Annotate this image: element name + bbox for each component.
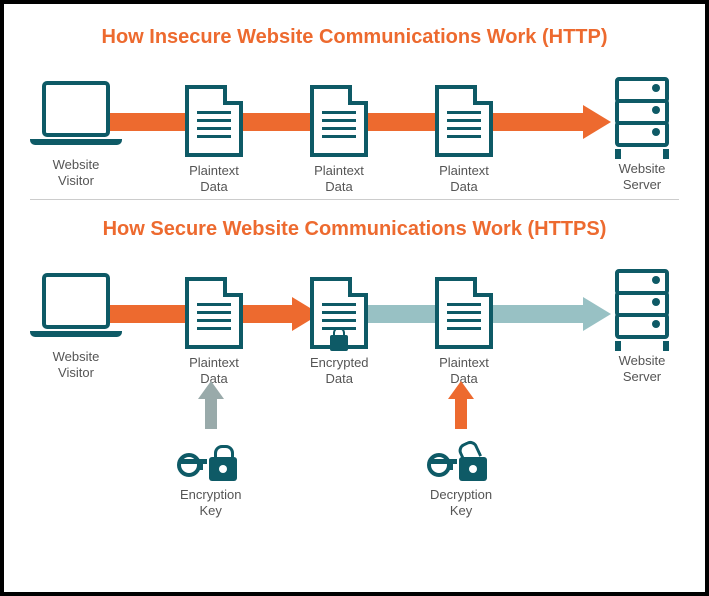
http-doc-1: Plaintext Data — [185, 85, 243, 196]
plaintext-label: Plaintext Data — [314, 163, 364, 196]
http-doc-2: Plaintext Data — [310, 85, 368, 196]
section-divider — [30, 199, 679, 200]
https-section: Website Visitor Plaintext Data Encrypted… — [30, 259, 679, 519]
server-icon — [605, 77, 679, 155]
document-icon — [435, 277, 493, 349]
http-visitor: Website Visitor — [30, 81, 122, 190]
document-icon — [185, 85, 243, 157]
laptop-icon — [30, 273, 122, 343]
https-title: How Secure Website Communications Work (… — [30, 218, 679, 241]
document-icon — [310, 85, 368, 157]
http-title: How Insecure Website Communications Work… — [30, 26, 679, 49]
document-icon — [185, 277, 243, 349]
encryption-key-label: Encryption Key — [180, 487, 241, 520]
encrypted-label: Encrypted Data — [310, 355, 369, 388]
https-doc-plain-2: Plaintext Data — [435, 277, 493, 388]
decryption-key-label: Decryption Key — [430, 487, 492, 520]
decrypt-arrow — [450, 381, 472, 429]
encryption-key: Encryption Key — [180, 431, 241, 520]
http-doc-3: Plaintext Data — [435, 85, 493, 196]
https-doc-encrypted: Encrypted Data — [310, 277, 369, 388]
server-label: Website Server — [619, 353, 666, 386]
http-section: Website Visitor Plaintext Data Plaintext… — [30, 67, 679, 187]
lock-open-icon — [431, 431, 491, 481]
server-icon — [605, 269, 679, 347]
lock-closed-icon — [181, 431, 241, 481]
plaintext-label: Plaintext Data — [439, 163, 489, 196]
plaintext-label: Plaintext Data — [189, 163, 239, 196]
https-doc-plain-1: Plaintext Data — [185, 277, 243, 388]
document-lock-icon — [310, 277, 368, 349]
http-server: Website Server — [605, 77, 679, 194]
diagram-frame: How Insecure Website Communications Work… — [0, 0, 709, 596]
server-label: Website Server — [619, 161, 666, 194]
https-server: Website Server — [605, 269, 679, 386]
https-visitor: Website Visitor — [30, 273, 122, 382]
visitor-label: Website Visitor — [53, 157, 100, 190]
laptop-icon — [30, 81, 122, 151]
encrypt-arrow — [200, 381, 222, 429]
document-icon — [435, 85, 493, 157]
decryption-key: Decryption Key — [430, 431, 492, 520]
visitor-label: Website Visitor — [53, 349, 100, 382]
